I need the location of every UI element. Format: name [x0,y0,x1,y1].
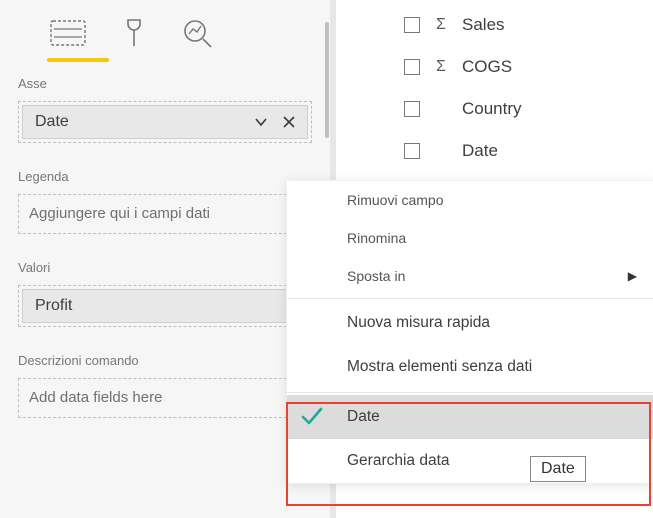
format-tab-icon[interactable] [122,18,146,48]
legend-well-label: Legenda [18,169,312,184]
sigma-icon: Σ [432,58,450,76]
menu-item-rename[interactable]: Rinomina [287,219,653,257]
axis-field-well[interactable]: Date [18,101,312,143]
fields-list: Σ Sales Σ COGS Σ Country Σ Date [338,0,653,172]
check-icon [299,403,327,431]
chevron-down-icon[interactable] [251,112,271,132]
menu-item-label: Sposta in [347,268,405,284]
values-well-label: Valori [18,260,312,275]
field-name: Country [462,99,522,119]
active-tab-underline [47,58,109,62]
remove-field-icon[interactable] [279,112,299,132]
scrollbar-thumb[interactable] [325,22,329,138]
checkbox-icon[interactable] [404,59,420,75]
axis-field-name: Date [35,113,69,131]
field-name: Date [462,141,498,161]
axis-well-label: Asse [18,76,312,91]
menu-item-date-hierarchy[interactable]: Gerarchia data [287,439,653,483]
menu-item-date[interactable]: Date [287,395,653,439]
field-item[interactable]: Σ Date [404,130,653,172]
menu-item-show-no-data[interactable]: Mostra elementi senza dati [287,345,653,389]
axis-field-pill[interactable]: Date [22,105,308,139]
field-item[interactable]: Σ COGS [404,46,653,88]
legend-placeholder: Aggiungere qui i campi dati [29,205,210,222]
checkbox-icon[interactable] [404,143,420,159]
menu-item-remove-field[interactable]: Rimuovi campo [287,181,653,219]
values-field-name: Profit [35,297,72,315]
field-item[interactable]: Σ Sales [404,4,653,46]
values-field-well[interactable]: Profit [18,285,312,327]
pane-tabs [18,6,312,50]
tooltips-well-label: Descrizioni comando [18,353,312,368]
checkbox-icon[interactable] [404,101,420,117]
tooltips-field-well[interactable]: Add data fields here [18,378,312,418]
checkbox-icon[interactable] [404,17,420,33]
field-name: COGS [462,57,512,77]
tooltips-placeholder: Add data fields here [29,389,162,406]
sigma-icon: Σ [432,16,450,34]
menu-item-new-quick-measure[interactable]: Nuova misura rapida [287,301,653,345]
values-field-pill[interactable]: Profit [22,289,308,323]
fields-tab-icon[interactable] [50,20,86,46]
submenu-arrow-icon: ▶ [628,269,637,283]
field-item[interactable]: Σ Country [404,88,653,130]
field-context-menu: Rimuovi campo Rinomina Sposta in ▶ Nuova… [286,180,653,484]
legend-field-well[interactable]: Aggiungere qui i campi dati [18,194,312,234]
menu-item-move-to[interactable]: Sposta in ▶ [287,257,653,295]
menu-item-label: Date [347,408,380,426]
analytics-tab-icon[interactable] [182,18,214,48]
tooltip: Date [530,456,586,482]
field-name: Sales [462,15,505,35]
visualization-field-pane: Asse Date Legenda Aggiungere qui i campi… [0,0,330,518]
